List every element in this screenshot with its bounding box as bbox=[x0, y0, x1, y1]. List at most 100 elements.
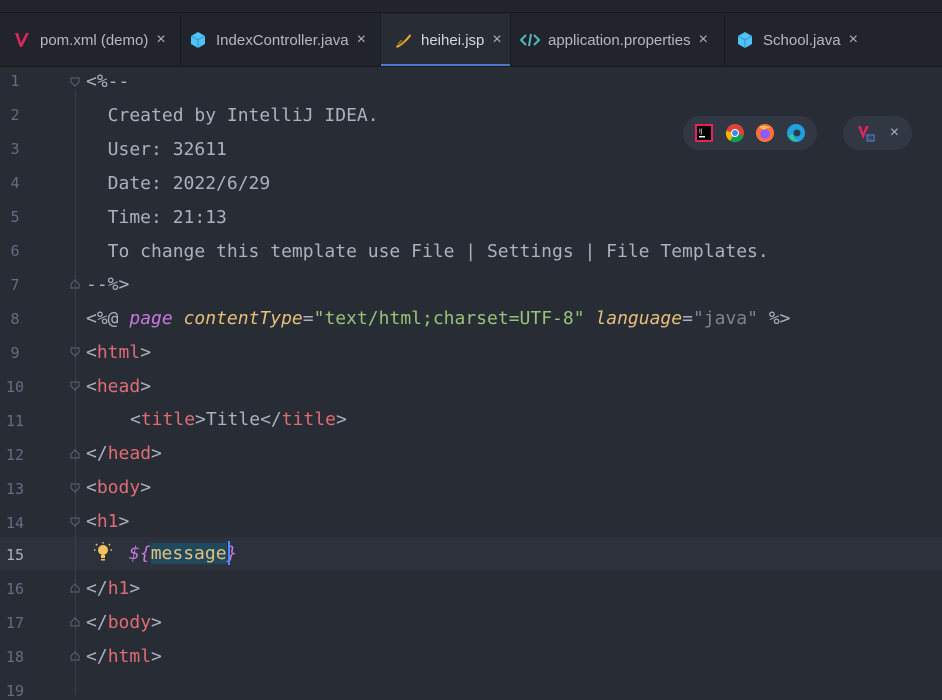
code-line-10[interactable]: <head> bbox=[86, 375, 151, 399]
fold-marker-icon[interactable] bbox=[70, 449, 80, 459]
close-icon[interactable]: × bbox=[492, 31, 501, 49]
code-line-17[interactable]: </body> bbox=[86, 611, 162, 635]
vue-devtools-bar: G × bbox=[843, 116, 912, 150]
line-number: 6 bbox=[10, 242, 20, 260]
tag-bracket: < bbox=[130, 409, 141, 430]
intellij-icon[interactable]: IJ bbox=[694, 123, 714, 143]
tab-label: School.java bbox=[763, 31, 841, 49]
tag-name: body bbox=[96, 477, 141, 498]
directive-page: page bbox=[129, 308, 173, 329]
line-number: 2 bbox=[10, 106, 20, 124]
line-number: 4 bbox=[10, 174, 20, 192]
line-number: 17 bbox=[5, 614, 25, 632]
code-line-2[interactable]: Created by IntelliJ IDEA. bbox=[86, 104, 379, 128]
code-line-12[interactable]: </head> bbox=[86, 442, 162, 466]
edge-icon[interactable] bbox=[786, 123, 806, 143]
tag-bracket: > bbox=[129, 578, 141, 599]
tag-bracket: < bbox=[86, 477, 97, 498]
directive-open: <%@ bbox=[86, 308, 130, 329]
fold-marker-icon[interactable] bbox=[70, 77, 80, 87]
code-line-7[interactable]: --%> bbox=[86, 273, 129, 297]
code-line-9[interactable]: <html> bbox=[86, 341, 151, 365]
fold-marker-icon[interactable] bbox=[70, 381, 80, 391]
code-line-8[interactable]: <%@ page contentType="text/html;charset=… bbox=[86, 307, 791, 331]
tag-bracket: </ bbox=[86, 646, 108, 667]
browser-preview-bar: IJ bbox=[683, 116, 817, 150]
line-number: 12 bbox=[5, 446, 25, 464]
tag-bracket: > bbox=[335, 409, 347, 430]
tag-bracket: > bbox=[140, 342, 152, 363]
chrome-icon[interactable] bbox=[725, 123, 745, 143]
tag-bracket: </ bbox=[86, 578, 108, 599]
tag-bracket: > bbox=[118, 511, 130, 532]
close-icon[interactable]: × bbox=[699, 31, 708, 49]
tag-bracket: > bbox=[151, 612, 162, 633]
tab-school-java[interactable]: School.java × bbox=[725, 14, 870, 66]
lightbulb-icon[interactable] bbox=[93, 541, 113, 563]
fold-marker-icon[interactable] bbox=[70, 651, 80, 661]
close-icon[interactable]: × bbox=[357, 31, 366, 49]
tag-name: body bbox=[107, 612, 152, 633]
close-icon[interactable]: × bbox=[890, 124, 899, 142]
tag-bracket: </ bbox=[260, 409, 282, 430]
tab-bar-divider bbox=[0, 12, 942, 13]
close-icon[interactable]: × bbox=[849, 31, 858, 49]
tag-name: head bbox=[107, 443, 152, 464]
el-variable: message bbox=[150, 543, 227, 564]
el-open: ${ bbox=[129, 543, 151, 564]
code-line-14[interactable]: <h1> bbox=[86, 510, 129, 534]
properties-icon bbox=[520, 30, 540, 50]
tag-bracket: < bbox=[86, 342, 97, 363]
line-number: 16 bbox=[5, 580, 25, 598]
code-line-5[interactable]: Time: 21:13 bbox=[86, 206, 227, 230]
tag-name: title bbox=[140, 409, 196, 430]
fold-marker-icon[interactable] bbox=[70, 347, 80, 357]
code-line-18[interactable]: </html> bbox=[86, 645, 162, 669]
fold-marker-icon[interactable] bbox=[70, 517, 80, 527]
tab-application-properties[interactable]: application.properties × bbox=[511, 14, 725, 66]
line-number: 11 bbox=[5, 412, 25, 430]
fold-marker-icon[interactable] bbox=[70, 279, 80, 289]
tab-pom-xml[interactable]: pom.xml (demo) × bbox=[0, 14, 181, 66]
line-number: 13 bbox=[5, 480, 25, 498]
code-line-16[interactable]: </h1> bbox=[86, 577, 140, 601]
fold-marker-icon[interactable] bbox=[70, 617, 80, 627]
firefox-icon[interactable] bbox=[755, 123, 775, 143]
attr-value: "java" bbox=[692, 308, 758, 329]
tab-label: application.properties bbox=[548, 31, 691, 49]
code-line-1[interactable]: <%-- bbox=[86, 70, 129, 94]
code-line-15[interactable]: ${message} bbox=[129, 542, 237, 566]
tab-label: IndexController.java bbox=[216, 31, 349, 49]
fold-marker-icon[interactable] bbox=[70, 583, 80, 593]
code-line-3[interactable]: User: 32611 bbox=[86, 138, 227, 162]
directive-close: %> bbox=[757, 308, 791, 329]
line-number-current: 15 bbox=[5, 546, 25, 564]
close-icon[interactable]: × bbox=[156, 31, 165, 49]
attr-contenttype: contentType bbox=[183, 308, 303, 329]
line-number: 10 bbox=[5, 378, 25, 396]
svg-text:G: G bbox=[868, 136, 872, 142]
code-line-4[interactable]: Date: 2022/6/29 bbox=[86, 172, 271, 196]
attr-equals: = bbox=[302, 308, 314, 329]
tab-label: pom.xml (demo) bbox=[40, 31, 149, 49]
vue-devtools-icon[interactable]: G bbox=[856, 123, 876, 143]
tag-bracket: > bbox=[151, 646, 162, 667]
tag-name: html bbox=[96, 342, 141, 363]
code-line-11[interactable]: <title>Title</title> bbox=[130, 408, 347, 432]
text-caret bbox=[228, 541, 230, 565]
attr-equals: = bbox=[682, 308, 693, 329]
tab-heihei-jsp[interactable]: heihei.jsp × bbox=[381, 14, 511, 66]
tag-name: h1 bbox=[96, 511, 119, 532]
tag-bracket: > bbox=[195, 409, 206, 430]
jsp-icon bbox=[393, 30, 413, 50]
editor-tab-bar: pom.xml (demo) × IndexController.java × … bbox=[0, 0, 942, 67]
code-line-13[interactable]: <body> bbox=[86, 476, 151, 500]
fold-marker-icon[interactable] bbox=[70, 483, 80, 493]
code-line-6[interactable]: To change this template use File | Setti… bbox=[86, 240, 769, 264]
line-number: 19 bbox=[5, 682, 25, 700]
line-number: 3 bbox=[10, 140, 20, 158]
tab-label: heihei.jsp bbox=[421, 31, 485, 49]
tab-index-controller[interactable]: IndexController.java × bbox=[181, 14, 381, 66]
java-class-icon bbox=[735, 30, 755, 50]
line-number: 8 bbox=[10, 310, 20, 328]
